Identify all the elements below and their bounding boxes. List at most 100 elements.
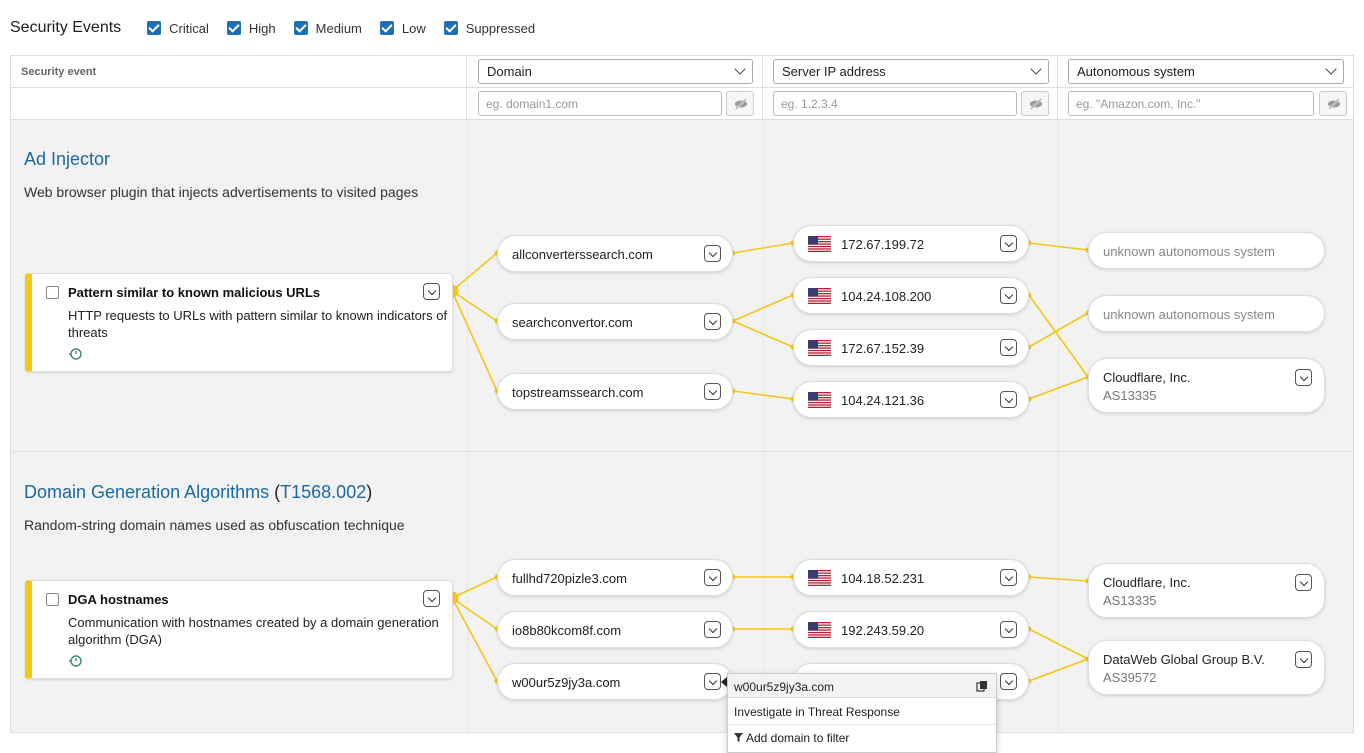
section-divider [11,451,1353,452]
as-number: AS39572 [1103,670,1157,685]
page-title: Security Events [10,19,122,36]
ip-dropdown-button[interactable] [1000,621,1017,638]
us-flag-icon [808,236,831,252]
eye-slash-icon [1030,98,1042,110]
as-filter-input[interactable]: eg. "Amazon.com, Inc." [1068,91,1314,116]
filter-suppressed[interactable]: Suppressed [443,20,536,36]
ip-pill[interactable]: 104.24.108.200 [793,277,1029,314]
domain-pill[interactable]: w00ur5z9jy3a.com [497,663,733,700]
event-dropdown-button[interactable] [423,590,440,607]
ip-pill[interactable]: 172.67.152.39 [793,329,1029,366]
as-card[interactable]: Cloudflare, Inc. AS13335 [1088,358,1325,413]
as-card[interactable]: Cloudflare, Inc. AS13335 [1088,563,1325,618]
as-pill[interactable]: unknown autonomous system [1088,295,1325,332]
domain-dropdown-button[interactable] [704,245,721,262]
checkbox-high[interactable] [226,21,241,35]
ip-pill[interactable]: 192.243.59.20 [793,611,1029,648]
filter-cell-domain: eg. domain1.com [467,88,763,119]
domain-dropdown-button[interactable] [704,569,721,586]
filter-bar: Security Events Critical High Medium Low… [10,18,553,38]
ip-dropdown-button[interactable] [1000,569,1017,586]
as-dropdown-button[interactable] [1295,574,1312,591]
event-checkbox[interactable] [46,593,59,606]
domain-filter-input[interactable]: eg. domain1.com [478,91,722,116]
as-number: AS13335 [1103,388,1157,403]
checkbox-critical[interactable] [147,21,162,35]
us-flag-icon [808,622,831,638]
domain-pill[interactable]: allconverterssearch.com [497,235,733,272]
ip-address: 104.18.52.231 [841,571,925,586]
as-name: Cloudflare, Inc. [1103,575,1191,590]
filter-label: Critical [169,20,209,36]
filter-high[interactable]: High [226,21,276,36]
ip-dropdown-button[interactable] [1000,287,1017,304]
ip-pill[interactable]: 172.67.199.72 [793,225,1029,262]
event-checkbox[interactable] [46,286,59,299]
checkbox-low[interactable] [379,21,394,35]
domain-dropdown-button[interactable] [704,313,721,330]
filter-row: eg. domain1.com eg. 1.2.3.4 eg. "Amazon.… [11,88,1353,120]
domain-pill[interactable]: io8b80kcom8f.com [497,611,733,648]
domain-dropdown-button[interactable] [704,621,721,638]
ip-filter-input[interactable]: eg. 1.2.3.4 [773,91,1017,116]
domain-name: io8b80kcom8f.com [512,623,622,638]
section-title: Domain Generation Algorithms (T1568.002) [24,482,372,503]
hide-as-button[interactable] [1319,91,1347,116]
domain-pill[interactable]: topstreamssearch.com [497,373,733,410]
security-event-card[interactable]: Pattern similar to known malicious URLs … [25,273,453,372]
ip-column-select[interactable]: Server IP address [773,59,1049,84]
domain-pill[interactable]: fullhd720pizle3.com [497,559,733,596]
filter-medium[interactable]: Medium [293,21,362,36]
event-dropdown-button[interactable] [423,283,440,300]
ip-pill[interactable]: 104.18.52.231 [793,559,1029,596]
ip-dropdown-button[interactable] [1000,673,1017,690]
threat-icon [69,655,82,667]
domain-pill[interactable]: searchconvertor.com [497,303,733,340]
domain-name: topstreamssearch.com [512,385,644,400]
as-dropdown-button[interactable] [1295,651,1312,668]
filter-label: Low [401,20,426,36]
section-title[interactable]: Ad Injector [24,149,110,170]
security-event-card[interactable]: DGA hostnames Communication with hostnam… [25,580,453,679]
column-header-row: Security event Domain Server IP address … [11,56,1353,88]
domain-context-menu: w00ur5z9jy3a.com Investigate in Threat R… [727,673,997,753]
as-card[interactable]: DataWeb Global Group B.V. AS39572 [1088,640,1325,695]
security-event-label: Security event [21,66,97,78]
ip-dropdown-button[interactable] [1000,235,1017,252]
as-pill[interactable]: unknown autonomous system [1088,232,1325,269]
as-column-select[interactable]: Autonomous system [1068,59,1344,84]
menu-item-label: Add domain to filter [746,731,850,745]
ip-address: 172.67.199.72 [841,237,925,252]
as-name: unknown autonomous system [1103,307,1275,322]
eye-slash-icon [1328,98,1340,110]
section-title-text[interactable]: Domain Generation Algorithms [24,482,269,502]
domain-dropdown-button[interactable] [704,673,721,690]
as-name: Cloudflare, Inc. [1103,370,1191,385]
filter-critical[interactable]: Critical [147,21,209,36]
as-dropdown-button[interactable] [1295,369,1312,386]
ip-pill[interactable]: 104.24.121.36 [793,381,1029,418]
mitre-link[interactable]: T1568.002 [280,482,366,502]
investigate-menu-item[interactable]: Investigate in Threat Response [734,705,900,719]
event-description: HTTP requests to URLs with pattern simil… [68,308,448,340]
domain-dropdown-button[interactable] [704,383,721,400]
hide-domain-button[interactable] [726,91,754,116]
filter-low[interactable]: Low [379,20,426,36]
checkbox-medium[interactable] [293,21,308,35]
select-value: Autonomous system [1077,64,1195,79]
hide-ip-button[interactable] [1021,91,1049,116]
menu-header: w00ur5z9jy3a.com [728,674,996,698]
domain-name: searchconvertor.com [512,315,633,330]
ip-dropdown-button[interactable] [1000,339,1017,356]
ip-dropdown-button[interactable] [1000,391,1017,408]
add-to-filter-menu-item[interactable]: Add domain to filter [734,731,849,745]
filter-label: Suppressed [465,20,536,36]
menu-domain: w00ur5z9jy3a.com [734,680,835,694]
domain-name: allconverterssearch.com [512,247,653,262]
domain-column-select[interactable]: Domain [478,59,753,84]
section-description: Web browser plugin that injects advertis… [24,184,419,200]
copy-icon[interactable] [976,680,988,692]
ip-address: 104.24.108.200 [841,289,932,304]
checkbox-suppressed[interactable] [443,21,458,35]
select-value: Domain [487,64,532,79]
